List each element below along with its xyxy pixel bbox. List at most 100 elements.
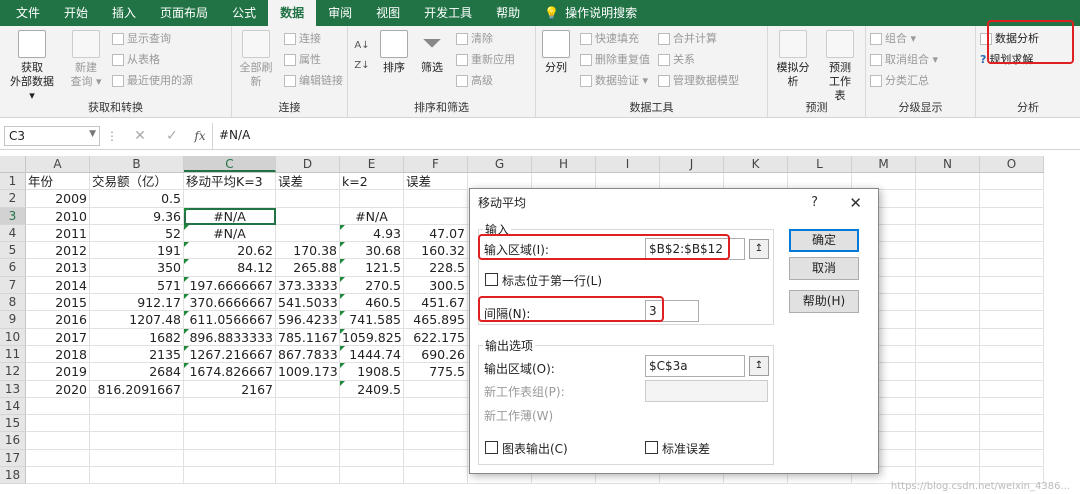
cell-n7[interactable] (916, 276, 980, 295)
cell-o8[interactable] (980, 294, 1044, 312)
cell-e9[interactable]: 741.585 (340, 311, 404, 329)
cell-n5[interactable] (916, 242, 980, 260)
cell-o6[interactable] (980, 259, 1044, 277)
cell-c1[interactable]: 移动平均K=3 (184, 173, 276, 191)
cell-d13[interactable] (276, 380, 340, 398)
name-box[interactable]: C3 ▼ (4, 125, 100, 146)
cell-c12[interactable]: 1674.826667 (184, 363, 276, 381)
cell-a17[interactable] (26, 449, 90, 468)
cell-d3[interactable] (276, 207, 340, 225)
tab-file[interactable]: 文件 (4, 0, 52, 26)
cell-d14[interactable] (276, 397, 340, 416)
cancel-button[interactable]: 取消 (789, 257, 859, 280)
cell-e1[interactable]: k=2 (340, 173, 404, 191)
cell-e13[interactable]: 2409.5 (340, 380, 404, 398)
reapply-button[interactable]: 重新应用 (456, 51, 515, 69)
connections-button[interactable]: 连接 (284, 30, 343, 48)
cell-o12[interactable] (980, 363, 1044, 381)
row-header[interactable]: 3 (0, 207, 26, 225)
cell-n1[interactable] (916, 173, 980, 191)
cell-f1[interactable]: 误差 (404, 173, 468, 191)
column-header-g[interactable]: G (468, 156, 532, 172)
cell-c5[interactable]: 20.62 (184, 242, 276, 260)
tell-me-search[interactable]: 💡 操作说明搜索 (532, 0, 649, 26)
cell-n8[interactable] (916, 294, 980, 312)
row-header[interactable]: 18 (0, 467, 26, 485)
cell-f3[interactable] (404, 207, 468, 225)
cell-b7[interactable]: 571 (90, 276, 184, 295)
column-header-n[interactable]: N (916, 156, 980, 172)
cell-a4[interactable]: 2011 (26, 224, 90, 243)
cell-d18[interactable] (276, 467, 340, 485)
column-header-a[interactable]: A (26, 156, 90, 172)
cell-d15[interactable] (276, 415, 340, 433)
cell-o9[interactable] (980, 311, 1044, 329)
row-header[interactable]: 5 (0, 242, 26, 260)
cell-d5[interactable]: 170.38 (276, 242, 340, 260)
cell-n15[interactable] (916, 415, 980, 433)
tab-view[interactable]: 视图 (364, 0, 412, 26)
cell-f18[interactable] (404, 467, 468, 485)
cell-b10[interactable]: 1682 (90, 328, 184, 346)
cell-a6[interactable]: 2013 (26, 259, 90, 277)
group-button[interactable]: 组合 ▾ (870, 30, 938, 48)
cell-n17[interactable] (916, 449, 980, 468)
cell-e10[interactable]: 1059.825 (340, 328, 404, 346)
cell-f12[interactable]: 775.5 (404, 363, 468, 381)
show-queries-button[interactable]: 显示查询 (112, 30, 193, 48)
column-header-f[interactable]: F (404, 156, 468, 172)
column-header-j[interactable]: J (660, 156, 724, 172)
cell-f6[interactable]: 228.5 (404, 259, 468, 277)
column-header-l[interactable]: L (788, 156, 852, 172)
cell-n13[interactable] (916, 380, 980, 398)
output-range-collapse-icon[interactable]: ↥ (749, 356, 769, 376)
column-header-e[interactable]: E (340, 156, 404, 172)
cell-c2[interactable] (184, 190, 276, 208)
cell-f5[interactable]: 160.32 (404, 242, 468, 260)
row-header[interactable]: 6 (0, 259, 26, 277)
cell-d10[interactable]: 785.1167 (276, 328, 340, 346)
cell-b4[interactable]: 52 (90, 224, 184, 243)
cell-e11[interactable]: 1444.74 (340, 345, 404, 364)
cell-c4[interactable]: #N/A (184, 224, 276, 243)
column-header-b[interactable]: B (90, 156, 184, 172)
cell-c17[interactable] (184, 449, 276, 468)
row-header[interactable]: 8 (0, 294, 26, 312)
cell-f13[interactable] (404, 380, 468, 398)
row-header[interactable]: 17 (0, 449, 26, 468)
row-header[interactable]: 1 (0, 173, 26, 191)
cell-n12[interactable] (916, 363, 980, 381)
ungroup-button[interactable]: 取消组合 ▾ (870, 51, 938, 69)
recent-sources-button[interactable]: 最近使用的源 (112, 72, 193, 90)
cell-d11[interactable]: 867.7833 (276, 345, 340, 364)
cell-b5[interactable]: 191 (90, 242, 184, 260)
cell-c16[interactable] (184, 432, 276, 450)
cell-a18[interactable] (26, 467, 90, 485)
row-header[interactable]: 13 (0, 380, 26, 398)
cell-o4[interactable] (980, 224, 1044, 243)
cell-n16[interactable] (916, 432, 980, 450)
select-all-corner[interactable] (0, 156, 26, 172)
cell-o11[interactable] (980, 345, 1044, 364)
cell-d4[interactable] (276, 224, 340, 243)
cell-o13[interactable] (980, 380, 1044, 398)
cell-b14[interactable] (90, 397, 184, 416)
cell-c3[interactable]: #N/A (184, 207, 276, 225)
clear-filter-button[interactable]: 清除 (456, 30, 515, 48)
cell-n11[interactable] (916, 345, 980, 364)
cell-d6[interactable]: 265.88 (276, 259, 340, 277)
cell-n9[interactable] (916, 311, 980, 329)
cell-b13[interactable]: 816.2091667 (90, 380, 184, 398)
ok-button[interactable]: 确定 (789, 229, 859, 252)
column-header-o[interactable]: O (980, 156, 1044, 172)
enter-formula-button[interactable]: ✓ (156, 128, 188, 144)
cell-f14[interactable] (404, 397, 468, 416)
cell-a12[interactable]: 2019 (26, 363, 90, 381)
cell-n4[interactable] (916, 224, 980, 243)
cell-c8[interactable]: 370.6666667 (184, 294, 276, 312)
cell-n2[interactable] (916, 190, 980, 208)
row-header[interactable]: 14 (0, 397, 26, 416)
cell-d1[interactable]: 误差 (276, 173, 340, 191)
cell-c13[interactable]: 2167 (184, 380, 276, 398)
cell-d2[interactable] (276, 190, 340, 208)
